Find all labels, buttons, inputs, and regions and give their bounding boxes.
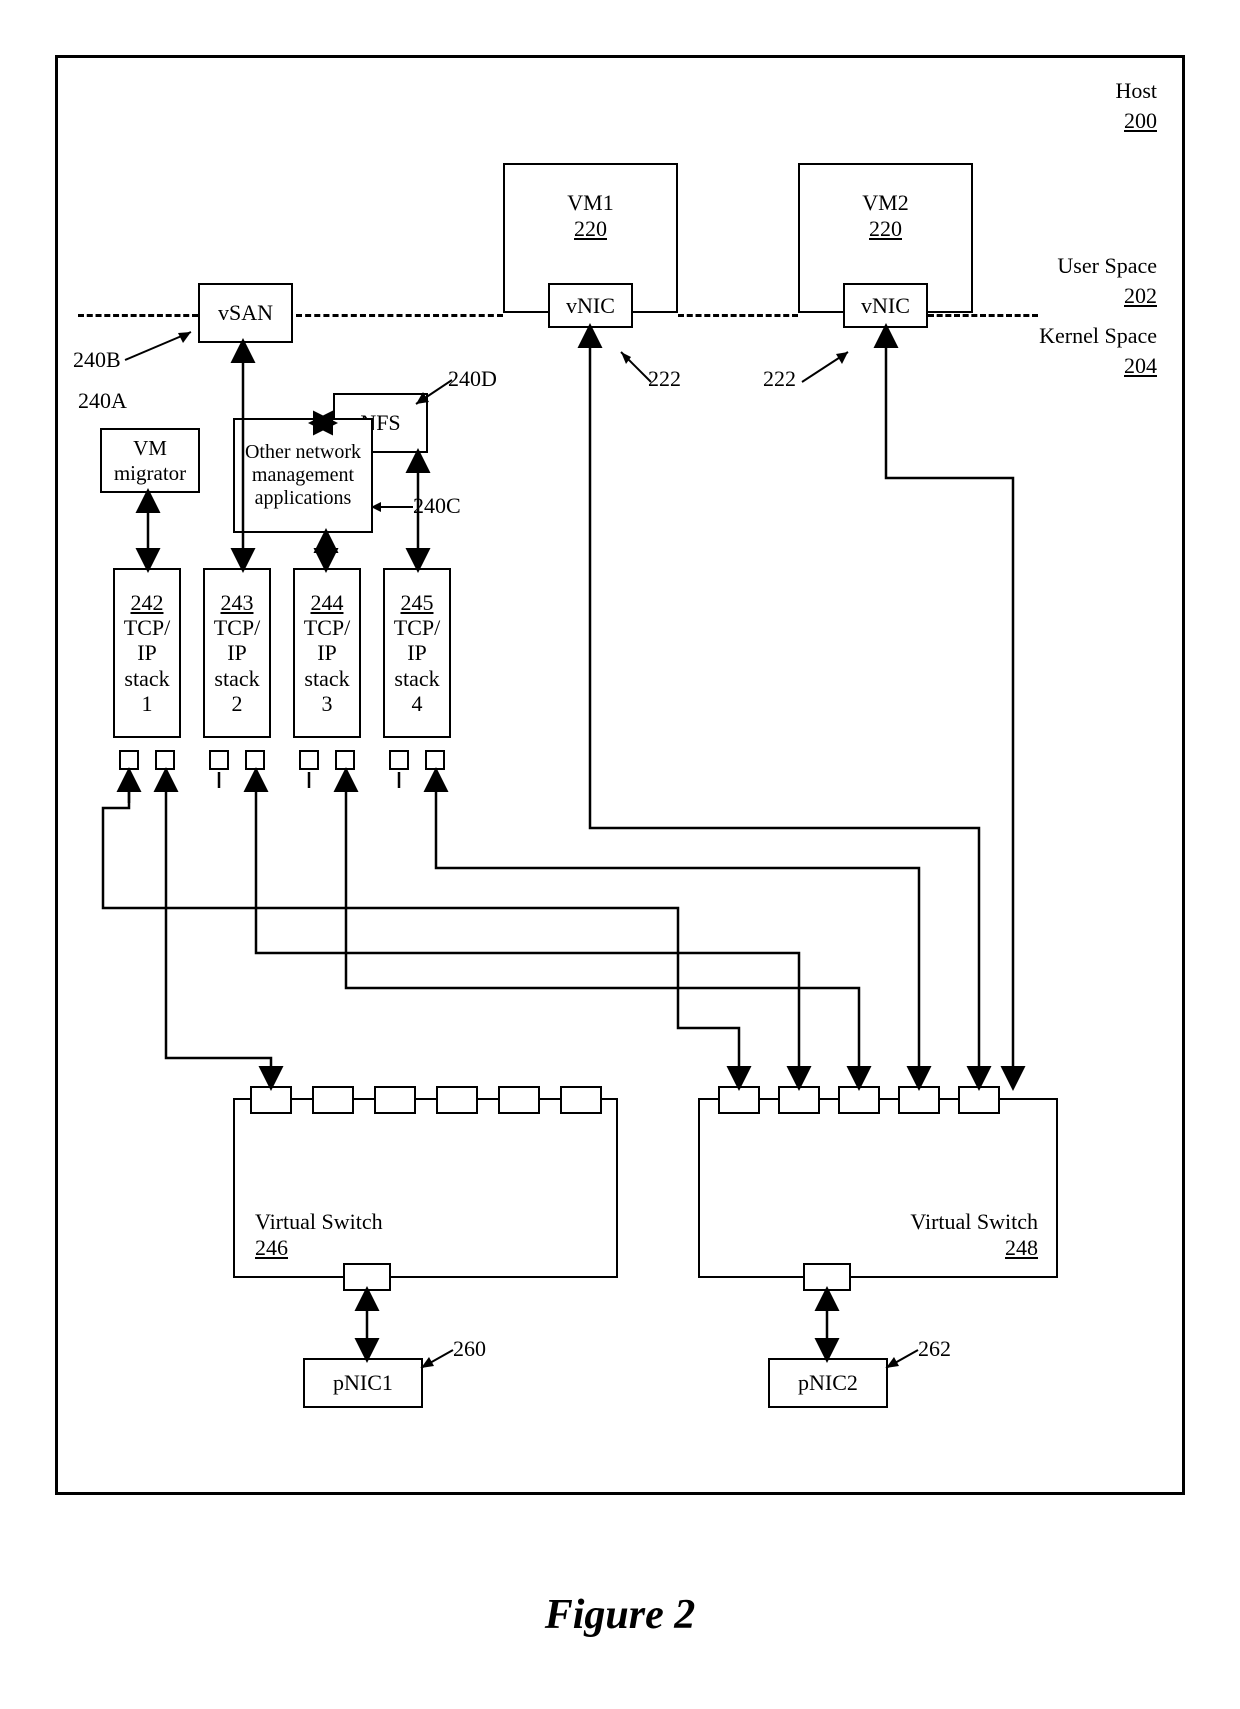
user-space-ref: 202: [1124, 283, 1157, 309]
tcp-stack-4: 245 TCP/ IP stack 4: [383, 568, 451, 738]
other-mgmt-box: Other network management applications: [233, 418, 373, 533]
stack2-port-b: [245, 750, 265, 770]
stack1-port-b: [155, 750, 175, 770]
tcp-stack-3: 244 TCP/ IP stack 3: [293, 568, 361, 738]
vswitch-2-name: Virtual Switch: [910, 1209, 1038, 1235]
vsan-box: vSAN: [198, 283, 293, 343]
user-space-label: User Space: [1057, 253, 1157, 279]
vm2-vnic-ref: 222: [763, 366, 796, 392]
vm1-vnic-ref: 222: [648, 366, 681, 392]
figure-caption: Figure 2: [545, 1591, 696, 1639]
stack3-port-a: [299, 750, 319, 770]
host-ref: 200: [1124, 108, 1157, 134]
host-frame: Host 200 User Space 202 Kernel Space 204…: [55, 55, 1185, 1495]
vs1-port-top-3: [374, 1086, 416, 1114]
dashed-separator-4: [928, 314, 1038, 317]
tcp-stack-3-name: TCP/ IP stack 3: [304, 615, 350, 716]
kernel-space-ref: 204: [1124, 353, 1157, 379]
dashed-separator-1: [78, 314, 198, 317]
vs1-port-bottom: [343, 1263, 391, 1291]
tcp-stack-4-ref: 245: [401, 590, 434, 615]
vs2-port-top-4: [898, 1086, 940, 1114]
vs2-port-top-3: [838, 1086, 880, 1114]
dashed-separator-3: [678, 314, 798, 317]
nfs-ref: 240D: [448, 366, 497, 392]
tcp-stack-1-name: TCP/ IP stack 1: [124, 615, 170, 716]
vs1-port-top-6: [560, 1086, 602, 1114]
pnic2-box: pNIC2: [768, 1358, 888, 1408]
vsan-text: vSAN: [218, 300, 273, 326]
vs2-port-bottom: [803, 1263, 851, 1291]
kernel-space-label: Kernel Space: [1039, 323, 1157, 349]
vs1-port-top-2: [312, 1086, 354, 1114]
pnic2-ref: 262: [918, 1336, 951, 1362]
vm2-vnic-text: vNIC: [861, 293, 910, 319]
stack4-port-a: [389, 750, 409, 770]
vswitch-2: Virtual Switch 248: [698, 1098, 1058, 1278]
vs2-port-top-5: [958, 1086, 1000, 1114]
vswitch-2-ref: 248: [1005, 1235, 1038, 1261]
vm-migrator-ref: 240A: [78, 388, 127, 414]
vs1-port-top-4: [436, 1086, 478, 1114]
vm1-vnic-text: vNIC: [566, 293, 615, 319]
pnic1-box: pNIC1: [303, 1358, 423, 1408]
pnic1-ref: 260: [453, 1336, 486, 1362]
host-label: Host: [1115, 78, 1157, 104]
vs2-port-top-1: [718, 1086, 760, 1114]
vm2-vnic-ref-arrow: [800, 348, 860, 386]
vs2-port-top-2: [778, 1086, 820, 1114]
tcp-stack-3-ref: 244: [311, 590, 344, 615]
vm1-name: VM1: [567, 190, 613, 216]
vsan-ref: 240B: [73, 347, 121, 373]
vsan-ref-arrow: [123, 328, 203, 363]
pnic1-name: pNIC1: [333, 1370, 393, 1396]
tcp-stack-2-ref: 243: [221, 590, 254, 615]
tcp-stack-2-name: TCP/ IP stack 2: [214, 615, 260, 716]
vs1-port-top-5: [498, 1086, 540, 1114]
vm1-ref: 220: [574, 216, 607, 242]
vswitch-1: Virtual Switch 246: [233, 1098, 618, 1278]
stack1-port-a: [119, 750, 139, 770]
stack2-port-a: [209, 750, 229, 770]
vm1-vnic: vNIC: [548, 283, 633, 328]
vs1-port-top-1: [250, 1086, 292, 1114]
vm2-ref: 220: [869, 216, 902, 242]
vswitch-1-ref: 246: [255, 1235, 288, 1261]
stack4-port-b: [425, 750, 445, 770]
pnic2-name: pNIC2: [798, 1370, 858, 1396]
vswitch-1-name: Virtual Switch: [255, 1209, 383, 1235]
vm2-vnic: vNIC: [843, 283, 928, 328]
vm1-vnic-ref-arrow: [613, 348, 653, 386]
vm-migrator-box: VM migrator: [100, 428, 200, 493]
tcp-stack-1: 242 TCP/ IP stack 1: [113, 568, 181, 738]
vm2-name: VM2: [862, 190, 908, 216]
stack3-port-b: [335, 750, 355, 770]
tcp-stack-2: 243 TCP/ IP stack 2: [203, 568, 271, 738]
tcp-stack-4-name: TCP/ IP stack 4: [394, 615, 440, 716]
other-mgmt-text: Other network management applications: [239, 441, 367, 510]
tcp-stack-1-ref: 242: [131, 590, 164, 615]
vm-migrator-text: VM migrator: [102, 436, 198, 484]
other-mgmt-ref: 240C: [413, 493, 461, 519]
dashed-separator-2: [296, 314, 503, 317]
